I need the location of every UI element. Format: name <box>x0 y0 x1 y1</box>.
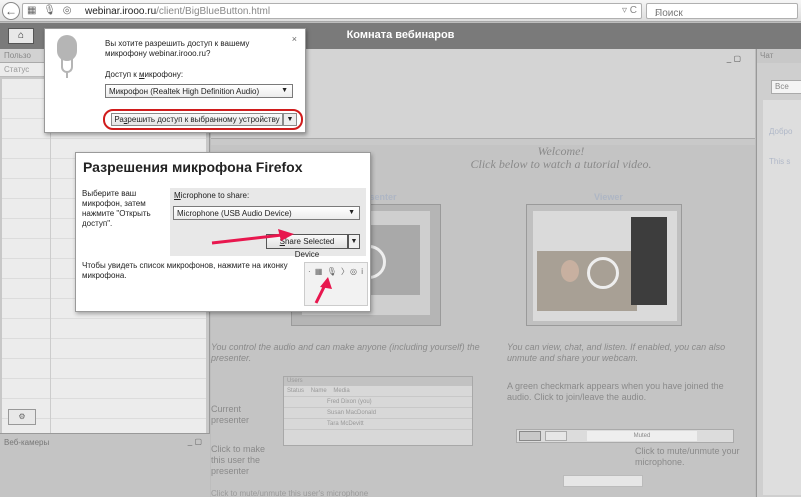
url-status-icons: ▦ 🎙 ◎ <box>27 5 73 16</box>
help-select-value: Microphone (USB Audio Device) <box>177 209 292 218</box>
chat-tab-all[interactable]: Все <box>771 80 801 94</box>
dropdown-arrow-icon: ▼ <box>348 234 360 249</box>
mute-toggle-example <box>563 475 643 487</box>
mic-permission-help: Разрешения микрофона Firefox Выберите ва… <box>75 152 371 312</box>
play-icon[interactable] <box>587 257 619 289</box>
webcam-button-example <box>545 431 567 441</box>
viewer-video-thumbnail[interactable] <box>526 204 682 326</box>
reload-icon[interactable]: ▿ C <box>622 5 637 16</box>
person-image <box>561 260 579 282</box>
microphone-base-icon <box>66 72 68 78</box>
viewer-label: Viewer <box>594 192 623 202</box>
allow-highlight: Разрешить доступ к выбранному устройству… <box>103 109 303 130</box>
window-controls[interactable]: _ ▢ <box>727 54 741 63</box>
microphone-stand-icon <box>61 59 73 73</box>
window-controls[interactable]: _ ▢ <box>188 437 202 446</box>
dropdown-arrow-icon: ▼ <box>286 116 294 123</box>
site-identity-icon[interactable]: ▦ <box>27 5 38 16</box>
mini-user-name: Tara McDevitt <box>327 421 364 427</box>
pointer-arrow-icon <box>211 229 294 245</box>
mini-user-name: Fred Dixon (you) <box>327 399 372 405</box>
viewer-sidebar <box>631 217 667 305</box>
mini-col-name: Name <box>310 388 327 394</box>
help-title: Разрешения микрофона Firefox <box>83 159 303 175</box>
gear-icon: ⚙ <box>18 412 26 421</box>
dropdown-arrow-icon: ▼ <box>281 87 288 94</box>
click-make-presenter-label: Click to make this user the presenter <box>211 444 266 476</box>
mini-col-status: Status <box>287 388 305 394</box>
url-text[interactable]: webinar.irooo.ru/client/BigBlueButton.ht… <box>85 6 270 17</box>
allow-options-dropdown[interactable]: ▼ <box>283 113 297 126</box>
back-arrow-icon: ← <box>5 4 17 18</box>
arrow-line <box>211 233 283 245</box>
search-input[interactable]: ⌕ Поиск <box>646 3 798 19</box>
mini-user-name: Susan MacDonald <box>327 410 377 416</box>
arrow-head <box>320 277 332 289</box>
button-part: Ра <box>114 115 124 124</box>
webcams-title: Веб-камеры <box>4 438 50 447</box>
permission-question: Вы хотите разрешить доступ к вашему микр… <box>105 39 250 58</box>
back-button[interactable]: ← <box>2 2 20 20</box>
mini-users-header: Status Name Media <box>284 386 472 397</box>
microphone-select[interactable]: Микрофон (Realtek High Definition Audio)… <box>105 84 293 98</box>
welcome-subheading: Click below to watch a tutorial video. <box>470 157 652 171</box>
arrow-head <box>278 229 294 241</box>
help-description: Выберите ваш микрофон, затем нажмите "От… <box>82 189 151 228</box>
mini-user-row: Fred Dixon (you) <box>284 397 472 408</box>
presenter-description: You control the audio and can make anyon… <box>211 342 480 363</box>
current-presenter-label: Current presenter <box>211 404 250 425</box>
url-icons-example: · ▦ 🎙 〉◎ i <box>308 267 365 276</box>
headset-button-example <box>519 431 541 441</box>
pointer-arrow-icon <box>314 277 332 304</box>
dropdown-arrow-icon: ▼ <box>348 209 355 216</box>
mute-example: Muted <box>587 431 697 441</box>
mini-user-row: Tara McDevitt <box>284 419 472 430</box>
green-checkmark-description: A green checkmark appears when you have … <box>507 381 724 402</box>
close-icon[interactable]: × <box>292 34 297 44</box>
click-mute-user-label: Click to mute/unmute this user's microph… <box>211 489 369 497</box>
search-placeholder-text: Поиск <box>655 8 683 19</box>
allow-device-button[interactable]: Разрешить доступ к выбранному устройству <box>111 113 283 126</box>
button-part: решить доступ к выбранному устройству <box>127 115 280 124</box>
click-mute-label: Click to mute/unmute your microphone. <box>635 446 740 467</box>
welcome-text: Welcome! Click below to watch a tutorial… <box>441 145 681 171</box>
microphone-icon[interactable]: 🎙 <box>43 5 58 16</box>
chat-panel: Чат Все Добро This s <box>756 49 801 497</box>
chat-info-text: This s <box>769 157 791 166</box>
microphone-select-value: Микрофон (Realtek High Definition Audio) <box>109 87 260 96</box>
globe-icon: ◎ <box>62 5 74 16</box>
browser-toolbar: ← ▦ 🎙 ◎ webinar.irooo.ru/client/BigBlueB… <box>0 0 801 22</box>
mic-access-label: Доступ к микрофону: <box>105 70 183 79</box>
label-part: icrophone to share: <box>180 191 250 200</box>
url-path: /client/BigBlueButton.html <box>156 6 271 17</box>
label-part: икрофону: <box>144 70 184 79</box>
label-part: Доступ к <box>105 70 139 79</box>
mic-permission-popup: × Вы хотите разрешить доступ к вашему ми… <box>44 28 306 133</box>
url-bar[interactable]: ▦ 🎙 ◎ webinar.irooo.ru/client/BigBlueBut… <box>22 3 642 19</box>
webcam-preview <box>537 251 637 311</box>
label-accesskey: M <box>174 191 181 200</box>
help-note: Чтобы увидеть список микрофонов, нажмите… <box>82 261 288 280</box>
viewer-description: You can view, chat, and listen. If enabl… <box>507 342 726 363</box>
settings-button[interactable]: ⚙ <box>8 409 36 425</box>
chat-welcome-text: Добро <box>769 127 793 136</box>
mini-col-media: Media <box>333 388 350 394</box>
share-label: Microphone to share: <box>174 191 249 200</box>
column-divider <box>50 79 51 439</box>
mini-users-window: Users Status Name Media Fred Dixon (you)… <box>283 376 473 446</box>
chat-title: Чат <box>757 49 801 63</box>
webcams-panel: Веб-камеры _ ▢ <box>0 433 210 497</box>
url-host: webinar.irooo.ru <box>85 6 157 17</box>
mini-users-title: Users <box>284 377 472 386</box>
audio-controls-example: Muted <box>516 429 734 443</box>
microphone-icon <box>57 35 77 61</box>
mini-user-row: Susan MacDonald <box>284 408 472 419</box>
help-microphone-select: Microphone (USB Audio Device) ▼ <box>173 206 360 220</box>
